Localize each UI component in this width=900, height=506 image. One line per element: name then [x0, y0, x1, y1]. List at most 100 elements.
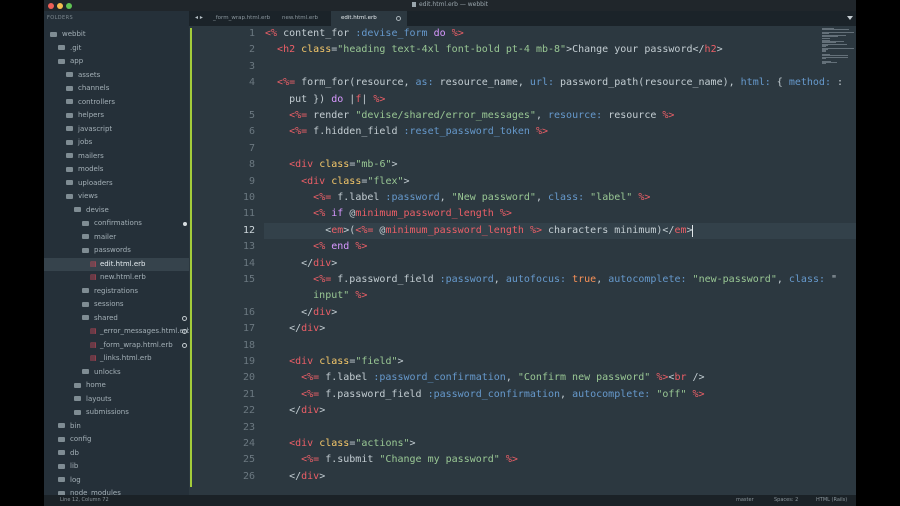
status-bar: Line 12, Column 72 master Spaces: 2 HTML… — [44, 495, 856, 506]
code-line[interactable]: input" %> — [265, 290, 367, 301]
tab-menu-icon[interactable] — [847, 16, 853, 20]
folder-item[interactable]: lib — [44, 460, 189, 474]
folder-item[interactable]: bin — [44, 420, 189, 434]
folder-item[interactable]: models — [44, 163, 189, 177]
folder-item[interactable]: layouts — [44, 393, 189, 407]
tab-new-html-erb[interactable]: new.html.erb — [272, 11, 330, 26]
code-token: > — [391, 159, 398, 171]
folder-item[interactable]: submissions — [44, 406, 189, 420]
code-line[interactable]: <% end %> — [265, 241, 367, 252]
code-line[interactable]: <%= f.submit "Change my password" %> — [265, 454, 518, 465]
code-line[interactable]: <h2 class="heading text-4xl font-bold pt… — [265, 44, 723, 55]
tree-item-label: webbit — [62, 30, 86, 38]
tab-edit-html-erb[interactable]: edit.html.erb — [331, 11, 407, 26]
code-line[interactable]: <%= f.password_field :password_confirmat… — [265, 389, 704, 400]
folder-item[interactable]: app — [44, 55, 189, 69]
folder-item[interactable]: channels — [44, 82, 189, 96]
code-token: <div — [289, 356, 314, 367]
folder-item[interactable]: .git — [44, 42, 189, 56]
code-line[interactable]: <div class="field"> — [265, 356, 403, 367]
folder-icon — [66, 99, 73, 104]
folder-item[interactable]: javascript — [44, 123, 189, 137]
code-line[interactable]: put }) do |f| %> — [265, 94, 385, 105]
code-line[interactable]: <% if @minimum_password_length %> — [265, 208, 512, 219]
tab-form-wrap-html-erb[interactable]: _form_wrap.html.erb — [203, 11, 271, 26]
folder-item[interactable]: passwords — [44, 244, 189, 258]
indentation-setting[interactable]: Spaces: 2 — [774, 497, 798, 503]
folder-item[interactable]: webbit — [44, 28, 189, 42]
code-line[interactable]: <%= f.label :password_confirmation, "Con… — [265, 372, 704, 383]
tree-item-label: _links.html.erb — [100, 354, 152, 362]
code-token: %> — [373, 93, 386, 105]
folder-item[interactable]: jobs — [44, 136, 189, 150]
tab-nav-arrows[interactable]: ◂ ▸ — [195, 14, 203, 21]
code-line[interactable]: <div class="actions"> — [265, 438, 416, 449]
tab-label: _form_wrap.html.erb — [213, 15, 271, 21]
code-line[interactable]: </div> — [265, 307, 337, 318]
folder-item[interactable]: shared — [44, 312, 189, 326]
folder-item[interactable]: assets — [44, 69, 189, 83]
code-token: <%= — [277, 77, 296, 89]
git-branch[interactable]: master — [736, 497, 754, 503]
title-bar: edit.html.erb — webbit — [44, 0, 856, 11]
code-line[interactable]: </div> — [265, 405, 325, 416]
folder-item[interactable]: config — [44, 433, 189, 447]
code-line[interactable]: <%= f.label :password, "New password", c… — [265, 192, 650, 203]
file-item[interactable]: ▤ _links.html.erb — [44, 352, 189, 366]
code-editor[interactable]: 1 2 3 4 5 6 7 8 9 10 11 12 13 14 15 16 17 18 19 20 21 22 23 24 2… — [189, 26, 856, 495]
tree-item-label: home — [86, 381, 106, 389]
file-item[interactable]: ▤ new.html.erb — [44, 271, 189, 285]
folder-item[interactable]: controllers — [44, 96, 189, 110]
code-token: do — [433, 28, 446, 39]
code-line[interactable]: <em>(<%= @minimum_password_length %> cha… — [265, 224, 692, 236]
code-token: < — [265, 224, 332, 236]
folder-item[interactable]: node_modules — [44, 487, 189, 495]
code-line[interactable]: <div class="mb-6"> — [265, 159, 398, 171]
tab-close-icon[interactable] — [396, 16, 401, 21]
code-line[interactable]: <%= f.hidden_field :reset_password_token… — [265, 126, 548, 137]
code-token: > — [409, 438, 416, 449]
folder-item[interactable]: mailer — [44, 231, 189, 245]
folder-item[interactable]: log — [44, 474, 189, 488]
minimap[interactable] — [820, 26, 856, 66]
folder-item[interactable]: helpers — [44, 109, 189, 123]
tree-item-label: shared — [94, 313, 118, 322]
file-item[interactable]: ▤ _error_messages.html.erb — [44, 325, 189, 339]
file-item[interactable]: ▤ edit.html.erb — [44, 257, 189, 271]
syntax-setting[interactable]: HTML (Rails) — [816, 497, 847, 503]
code-line[interactable]: </div> — [265, 258, 337, 269]
code-token: <%= — [301, 454, 320, 466]
tree-item-label: helpers — [78, 111, 104, 119]
code-line[interactable]: </div> — [265, 471, 325, 482]
code-line[interactable]: <%= form_for(resource, as: resource_name… — [265, 77, 843, 88]
code-token: class: — [788, 274, 826, 285]
folder-item[interactable]: views — [44, 190, 189, 204]
code-token: autofocus: — [505, 274, 567, 285]
folder-item[interactable]: uploaders — [44, 177, 189, 191]
tree-item-label: log — [70, 475, 81, 484]
code-line[interactable]: </div> — [265, 323, 325, 334]
code-token: em — [331, 224, 344, 236]
folder-item[interactable]: confirmations — [44, 217, 189, 231]
file-item[interactable]: ▤ _form_wrap.html.erb — [44, 339, 189, 353]
code-token: url: — [529, 77, 555, 89]
folder-item[interactable]: home — [44, 379, 189, 393]
folder-item[interactable]: registrations — [44, 285, 189, 299]
folder-item[interactable]: sessions — [44, 298, 189, 312]
code-token: resource_name, — [433, 77, 530, 89]
code-line[interactable]: <%= render "devise/shared/error_messages… — [265, 110, 674, 121]
code-line[interactable]: <%= f.password_field :password, autofocu… — [265, 274, 837, 285]
code-line[interactable]: <% content_for :devise_form do %> — [265, 28, 464, 39]
folder-item[interactable]: db — [44, 447, 189, 461]
folder-item[interactable]: mailers — [44, 150, 189, 164]
modified-line-marker — [190, 60, 192, 78]
folder-item[interactable]: unlocks — [44, 366, 189, 380]
code-token: </ — [265, 306, 314, 318]
folder-item[interactable]: devise — [44, 204, 189, 218]
code-line[interactable]: <div class="flex"> — [265, 176, 409, 187]
code-token: minimum_password_length — [355, 208, 494, 220]
tree-item-label: layouts — [86, 394, 112, 403]
